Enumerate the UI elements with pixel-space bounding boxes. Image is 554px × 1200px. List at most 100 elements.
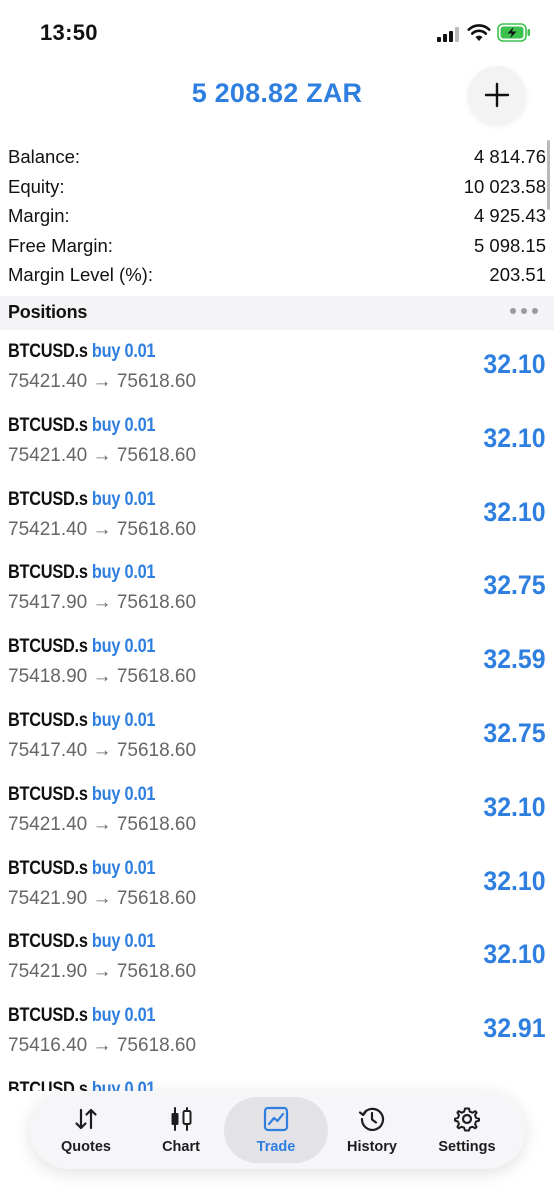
open-price: 75417.90 bbox=[8, 592, 88, 614]
summary-margin-level: Margin Level (%): 203.51 bbox=[0, 260, 554, 290]
summary-label: Equity: bbox=[8, 175, 65, 197]
position-row[interactable]: BTCUSD.s buy 0.01 bbox=[0, 1069, 554, 1091]
position-symbol: BTCUSD.s bbox=[8, 783, 88, 805]
tab-label: Settings bbox=[438, 1139, 496, 1155]
position-side: buy 0.01 bbox=[91, 709, 156, 731]
tab-label: Trade bbox=[256, 1139, 296, 1155]
position-side: buy 0.01 bbox=[91, 488, 156, 510]
position-profit: 32.10 bbox=[483, 939, 546, 970]
tab-settings[interactable]: Settings bbox=[421, 1097, 513, 1163]
price-arrow-icon: → bbox=[92, 887, 112, 909]
position-symbol: BTCUSD.s bbox=[8, 562, 88, 584]
open-price: 75421.40 bbox=[8, 371, 88, 392]
position-profit: 32.75 bbox=[483, 570, 546, 601]
current-price: 75618.60 bbox=[116, 371, 197, 392]
current-price: 75618.60 bbox=[116, 887, 197, 909]
more-options-icon[interactable] bbox=[510, 308, 538, 314]
position-profit: 32.10 bbox=[483, 422, 546, 453]
position-side: buy 0.01 bbox=[91, 636, 156, 658]
price-arrow-icon: → bbox=[92, 666, 112, 688]
tab-quotes[interactable]: Quotes bbox=[40, 1097, 132, 1163]
position-symbol: BTCUSD.s bbox=[8, 488, 88, 510]
battery-charging-icon bbox=[497, 23, 530, 42]
price-arrow-icon: → bbox=[92, 739, 112, 761]
position-symbol: BTCUSD.s bbox=[8, 341, 88, 362]
position-row[interactable]: BTCUSD.s buy 0.01 75421.90 → 75618.60 32… bbox=[0, 921, 554, 995]
position-side: buy 0.01 bbox=[91, 857, 156, 879]
summary-balance: Balance: 4 814.76 bbox=[0, 142, 554, 172]
position-profit: 32.10 bbox=[483, 496, 546, 527]
tab-label: Chart bbox=[162, 1139, 200, 1155]
tab-history[interactable]: History bbox=[326, 1097, 418, 1163]
summary-value: 5 098.15 bbox=[473, 234, 546, 256]
position-row[interactable]: BTCUSD.s buy 0.01 75421.40 → 75618.60 32… bbox=[0, 331, 554, 405]
tab-chart[interactable]: Chart bbox=[135, 1097, 227, 1163]
new-order-button[interactable] bbox=[468, 66, 526, 124]
current-price: 75618.60 bbox=[116, 1035, 197, 1057]
open-price: 75416.40 bbox=[8, 1035, 88, 1057]
current-price: 75618.60 bbox=[116, 518, 197, 540]
position-row[interactable]: BTCUSD.s buy 0.01 75416.40 → 75618.60 32… bbox=[0, 995, 554, 1069]
summary-value: 10 023.58 bbox=[463, 175, 546, 197]
position-symbol: BTCUSD.s bbox=[8, 1078, 88, 1091]
tab-label: History bbox=[347, 1139, 397, 1155]
price-arrow-icon: → bbox=[92, 592, 112, 614]
current-price: 75618.60 bbox=[116, 666, 197, 688]
position-row[interactable]: BTCUSD.s buy 0.01 75417.40 → 75618.60 32… bbox=[0, 700, 554, 774]
bottom-tab-bar: Quotes Chart Trade History Settings bbox=[30, 1091, 525, 1169]
summary-value: 203.51 bbox=[489, 264, 546, 285]
positions-list: BTCUSD.s buy 0.01 75421.40 → 75618.60 32… bbox=[0, 331, 554, 1091]
price-arrow-icon: → bbox=[92, 813, 112, 835]
scroll-indicator[interactable] bbox=[547, 140, 550, 210]
position-profit: 32.75 bbox=[483, 717, 546, 748]
position-row[interactable]: BTCUSD.s buy 0.01 75421.40 → 75618.60 32… bbox=[0, 479, 554, 553]
summary-margin: Margin: 4 925.43 bbox=[0, 201, 554, 231]
position-profit: 32.10 bbox=[483, 865, 546, 896]
quotes-arrows-icon bbox=[75, 1108, 97, 1130]
position-side: buy 0.01 bbox=[91, 341, 156, 362]
summary-label: Margin Level (%): bbox=[8, 264, 153, 285]
open-price: 75418.90 bbox=[8, 666, 88, 688]
position-row[interactable]: BTCUSD.s buy 0.01 75417.90 → 75618.60 32… bbox=[0, 552, 554, 626]
summary-equity: Equity: 10 023.58 bbox=[0, 172, 554, 202]
position-side: buy 0.01 bbox=[91, 562, 156, 584]
position-symbol: BTCUSD.s bbox=[8, 931, 88, 953]
open-price: 75421.90 bbox=[8, 887, 88, 909]
position-side: buy 0.01 bbox=[91, 931, 156, 953]
candlestick-icon bbox=[171, 1107, 192, 1131]
current-price: 75618.60 bbox=[116, 444, 197, 466]
history-clock-icon bbox=[358, 1107, 385, 1131]
position-side: buy 0.01 bbox=[91, 783, 156, 805]
positions-section-header: Positions bbox=[0, 296, 554, 330]
position-side: buy 0.01 bbox=[91, 1078, 156, 1091]
position-side: buy 0.01 bbox=[91, 1005, 156, 1027]
position-row[interactable]: BTCUSD.s buy 0.01 75418.90 → 75618.60 32… bbox=[0, 626, 554, 700]
summary-free-margin: Free Margin: 5 098.15 bbox=[0, 231, 554, 261]
account-header: 5 208.82 ZAR bbox=[0, 66, 554, 136]
open-price: 75421.40 bbox=[8, 813, 88, 835]
price-arrow-icon: → bbox=[92, 444, 112, 466]
plus-icon bbox=[484, 82, 510, 108]
tab-label: Quotes bbox=[61, 1139, 111, 1155]
position-row[interactable]: BTCUSD.s buy 0.01 75421.40 → 75618.60 32… bbox=[0, 405, 554, 479]
position-row[interactable]: BTCUSD.s buy 0.01 75421.90 → 75618.60 32… bbox=[0, 848, 554, 922]
trade-chart-icon bbox=[263, 1106, 289, 1132]
current-price: 75618.60 bbox=[116, 961, 197, 983]
tab-trade[interactable]: Trade bbox=[224, 1097, 328, 1163]
positions-title: Positions bbox=[8, 302, 88, 322]
position-symbol: BTCUSD.s bbox=[8, 414, 88, 436]
current-price: 75618.60 bbox=[116, 813, 197, 835]
position-profit: 32.59 bbox=[483, 644, 546, 675]
position-symbol: BTCUSD.s bbox=[8, 636, 88, 658]
position-side: buy 0.01 bbox=[91, 414, 156, 436]
open-price: 75417.40 bbox=[8, 739, 88, 761]
position-row[interactable]: BTCUSD.s buy 0.01 75421.40 → 75618.60 32… bbox=[0, 774, 554, 848]
price-arrow-icon: → bbox=[92, 518, 112, 540]
position-profit: 32.10 bbox=[483, 349, 546, 379]
status-time: 13:50 bbox=[40, 20, 98, 45]
position-profit: 32.91 bbox=[483, 1013, 546, 1044]
open-price: 75421.90 bbox=[8, 961, 88, 983]
summary-label: Margin: bbox=[8, 205, 70, 226]
account-summary: Balance: 4 814.76 Equity: 10 023.58 Marg… bbox=[0, 142, 554, 290]
status-bar: 13:50 bbox=[0, 0, 554, 66]
